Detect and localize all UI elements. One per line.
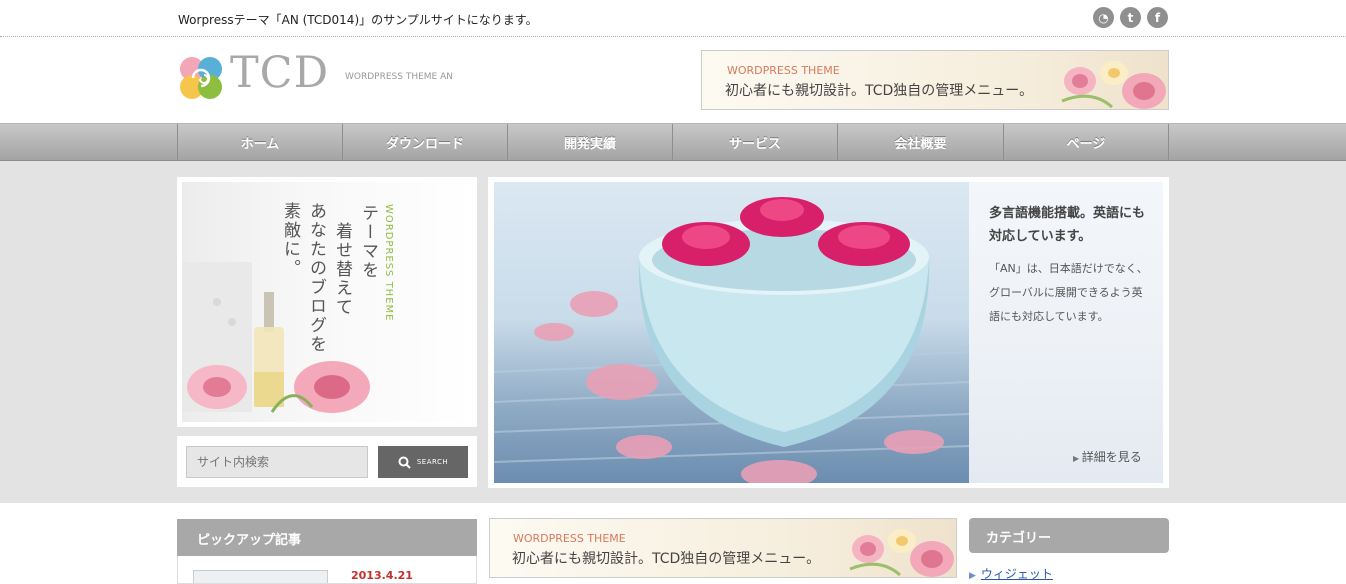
nav-item-download[interactable]: ダウンロード (342, 124, 507, 161)
pickup-list: 2013.4.21 (177, 556, 477, 584)
category-link-label: ウィジェット (980, 567, 1053, 581)
banner-text: 初心者にも親切設計。TCD独自の管理メニュー。 (725, 83, 1034, 99)
nav-item-page[interactable]: ページ (1003, 124, 1169, 161)
slide-more-label: 詳細を見る (1081, 450, 1142, 464)
pickup-date: 2013.4.21 (351, 569, 413, 582)
global-nav: ホーム ダウンロード 開発実績 サービス 会社概要 ページ (0, 123, 1346, 161)
arrow-right-icon: ▶ (1073, 454, 1082, 463)
facebook-icon[interactable]: f (1147, 7, 1168, 28)
search-button-label: SEARCH (416, 458, 449, 466)
top-bar: Worpressテーマ「AN (TCD014)」のサンプルサイトになります。 ◔… (0, 0, 1346, 37)
category-heading: カテゴリー (969, 518, 1169, 553)
search-icon (398, 456, 411, 469)
arrow-right-icon: ▶ (969, 571, 976, 581)
pickup-heading: ピックアップ記事 (177, 519, 477, 556)
flower-image (1061, 61, 1166, 109)
promo-card[interactable]: 素敵に。 あなたのブログを 着せ替えて テーマを WORDPRESS THEME (177, 177, 477, 427)
nav-item-company[interactable]: 会社概要 (837, 124, 1003, 161)
logo-text[interactable]: TCD (230, 52, 329, 95)
logo-subtitle: WORDPRESS THEME AN (345, 72, 453, 82)
slide-caption-body: 「AN」は、日本語だけでなく、グローバルに展開できるよう英語にも対応しています。 (989, 262, 1148, 323)
content-banner-text: 初心者にも親切設計。TCD独自の管理メニュー。 (512, 551, 821, 567)
logo-icon[interactable] (178, 55, 224, 101)
content-banner[interactable]: WORDPRESS THEME 初心者にも親切設計。TCD独自の管理メニュー。 (489, 518, 957, 578)
promo-line-4: 素敵に。 (280, 202, 300, 278)
site-tagline: Worpressテーマ「AN (TCD014)」のサンプルサイトになります。 (178, 13, 538, 27)
header-banner[interactable]: WORDPRESS THEME 初心者にも親切設計。TCD独自の管理メニュー。 (701, 50, 1169, 110)
promo-line-3: あなたのブログを (306, 202, 326, 354)
pickup-thumbnail[interactable] (193, 570, 328, 583)
promo-line-1: テーマを (358, 204, 378, 280)
slide-image[interactable] (494, 182, 969, 483)
nav-item-home[interactable]: ホーム (177, 124, 342, 161)
twitter-icon[interactable]: t (1120, 7, 1141, 28)
content-banner-label: WORDPRESS THEME (513, 532, 626, 545)
category-link[interactable]: ▶ ウィジェット (969, 565, 1053, 582)
promo-image: 素敵に。 あなたのブログを 着せ替えて テーマを WORDPRESS THEME (182, 182, 472, 422)
search-box: SEARCH (177, 436, 477, 487)
banner-label: WORDPRESS THEME (727, 64, 840, 77)
promo-line-2: 着せ替えて (332, 222, 352, 317)
slide-caption: 多言語機能搭載。英語にも対応しています。 「AN」は、日本語だけでなく、グローバ… (969, 182, 1163, 483)
rss-icon[interactable]: ◔ (1093, 7, 1114, 28)
main-slider: 多言語機能搭載。英語にも対応しています。 「AN」は、日本語だけでなく、グローバ… (488, 177, 1169, 488)
nav-item-service[interactable]: サービス (672, 124, 837, 161)
slide-caption-title: 多言語機能搭載。英語にも対応しています。 (989, 206, 1146, 244)
nav-item-works[interactable]: 開発実績 (507, 124, 672, 161)
promo-vertical-label: WORDPRESS THEME (383, 204, 394, 322)
slide-more-link[interactable]: ▶ 詳細を見る (1073, 448, 1142, 465)
slide-photo (494, 197, 969, 483)
search-button[interactable]: SEARCH (378, 446, 468, 478)
search-input[interactable] (186, 446, 368, 478)
flower-image (849, 529, 954, 577)
